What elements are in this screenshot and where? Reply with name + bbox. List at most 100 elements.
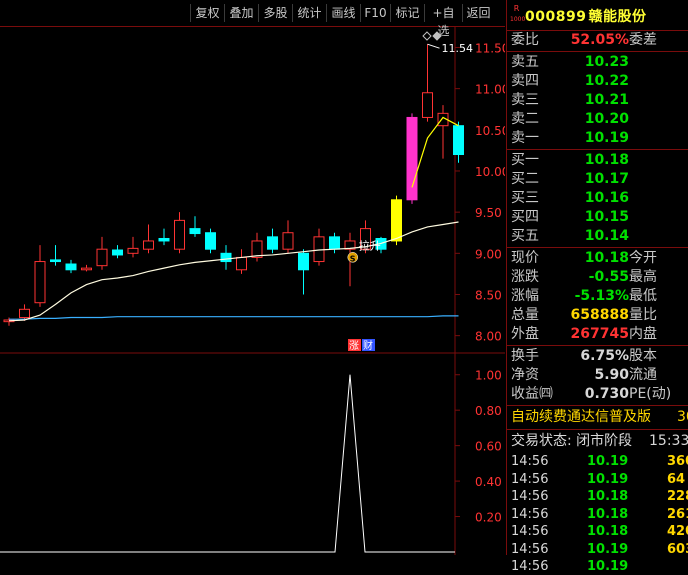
row-value: 10.23: [584, 54, 629, 70]
row-label: 卖二: [511, 111, 539, 127]
buy-level-4: 买五 10.14: [507, 227, 688, 246]
row-label: 涨幅: [511, 288, 539, 304]
volume-tick-label: 0.20: [475, 511, 502, 525]
divider: [507, 405, 688, 406]
toolbar-button-7[interactable]: +自选: [424, 4, 462, 38]
price-tick-label: 9.50: [475, 206, 502, 220]
row-value: 10.22: [584, 73, 629, 89]
diamond-icon-filled: [432, 31, 442, 41]
signal-label: 拉升: [359, 238, 381, 252]
row-value: 0.730: [584, 386, 629, 402]
divider: [507, 149, 688, 150]
badge-cai-text: 财: [363, 339, 373, 352]
tick-price: 10.18: [587, 489, 629, 504]
candle-body: [81, 267, 92, 271]
candle-body: [251, 240, 263, 258]
price-tick-label: 11.00: [475, 83, 505, 97]
candle-body: [298, 252, 309, 271]
candle-body: [50, 259, 61, 263]
tick-time: 14:56: [511, 471, 549, 487]
tick-volume: 360: [667, 454, 688, 469]
volume-tick-label: 0.80: [475, 404, 502, 418]
quote-row-1: 涨跌 -0.55 最高: [507, 268, 688, 287]
row-label2: 最高: [629, 269, 657, 285]
price-tick-label: 8.00: [475, 330, 502, 344]
row-label: 卖三: [511, 92, 539, 108]
candle-body: [422, 92, 433, 118]
scroll-value: 30: [677, 409, 688, 425]
row-value: 10.14: [584, 228, 629, 244]
row-label: 外盘: [511, 326, 539, 342]
row-value: 658888: [570, 307, 629, 323]
row-label: 委比: [511, 32, 539, 48]
toolbar-button-3[interactable]: 统计: [292, 4, 326, 22]
tick-row: 14:56 10.18 420: [507, 523, 688, 540]
buy-level-1: 买二 10.17: [507, 170, 688, 189]
stock-header: R 1000 000899 赣能股份: [507, 0, 688, 31]
sell-level-1: 卖四 10.22: [507, 72, 688, 91]
candle-body: [391, 199, 402, 242]
divider: [507, 429, 688, 430]
price-tick-label: 10.00: [475, 165, 505, 179]
row-value: 6.75%: [580, 348, 629, 364]
scroll-notice[interactable]: 自动续费通达信普及版 30: [507, 407, 688, 427]
tick-time: 14:56: [511, 524, 549, 539]
ma-line-long: [9, 315, 459, 320]
row-value: 10.20: [584, 111, 629, 127]
weibi-row: 委比 52.05% 委差: [507, 31, 688, 50]
row-label2: 量比: [629, 307, 657, 323]
toolbar-button-0[interactable]: 复权: [190, 4, 224, 22]
kline-chart[interactable]: 11.50 11.00 10.50 10.00 9.50 9.00 8.50 8.00 11.5…: [0, 27, 505, 555]
row-value: 10.17: [584, 171, 629, 187]
row-label: 买二: [511, 171, 539, 187]
row-label: 现价: [511, 250, 539, 266]
row-label: 净资: [511, 367, 539, 383]
sell-level-4: 卖一 10.19: [507, 129, 688, 148]
toolbar-button-2[interactable]: 多股: [258, 4, 292, 22]
chart-toolbar: 复权 叠加 多股 统计 画线 F10 标记 +自选 返回: [0, 0, 505, 38]
tick-volume: 420: [667, 524, 688, 539]
trade-status: 交易状态: 闭市阶段 15:33: [507, 431, 688, 451]
candle-body: [189, 228, 201, 235]
scroll-text: 自动续费通达信普及版: [511, 409, 651, 425]
quote-row-4: 外盘 267745 内盘: [507, 325, 688, 344]
tick-volume: 64: [667, 471, 686, 487]
candle-body: [127, 247, 139, 254]
tick-time: 14:56: [511, 506, 549, 522]
toolbar-button-1[interactable]: 叠加: [224, 4, 258, 22]
toolbar-button-5[interactable]: F10: [360, 4, 390, 22]
candle-body: [143, 240, 154, 250]
sell-level-2: 卖三 10.21: [507, 91, 688, 110]
tick-price: 10.19: [587, 559, 629, 574]
candle-body: [236, 256, 247, 271]
row-value: 10.19: [584, 130, 629, 146]
candle-body: [329, 236, 340, 250]
candle-body: [313, 236, 325, 263]
quote-row-2: 涨幅 -5.13% 最低: [507, 287, 688, 306]
toolbar-button-6[interactable]: 标记: [390, 4, 424, 22]
stock-name: 赣能股份: [588, 9, 647, 25]
trade-status-label: 交易状态: 闭市阶段: [511, 433, 633, 449]
volume-tick-label: 0.40: [475, 475, 502, 489]
tick-row: 14:56 10.19: [507, 558, 688, 575]
candle-body: [19, 308, 30, 319]
row-label: 卖四: [511, 73, 539, 89]
candle-body: [205, 232, 216, 250]
row-value: 52.05%: [570, 32, 629, 48]
fund-row-1: 净资 5.90 流通: [507, 366, 688, 385]
row-label: 买一: [511, 152, 539, 168]
candle-body: [220, 252, 232, 263]
high-pointer: [427, 43, 440, 49]
row-value: 10.18: [584, 152, 629, 168]
candle-body: [158, 237, 170, 242]
candle-body: [34, 261, 46, 304]
toolbar-button-8[interactable]: 返回: [462, 4, 494, 22]
tick-time: 14:56: [511, 559, 549, 574]
row-label: 买四: [511, 209, 539, 225]
diamond-icon: [422, 31, 432, 41]
price-tick-label: 11.50: [475, 41, 505, 55]
tick-time: 14:56: [511, 454, 549, 469]
toolbar-button-4[interactable]: 画线: [326, 4, 360, 22]
tick-price: 10.18: [587, 506, 629, 522]
candle-body: [112, 249, 123, 256]
